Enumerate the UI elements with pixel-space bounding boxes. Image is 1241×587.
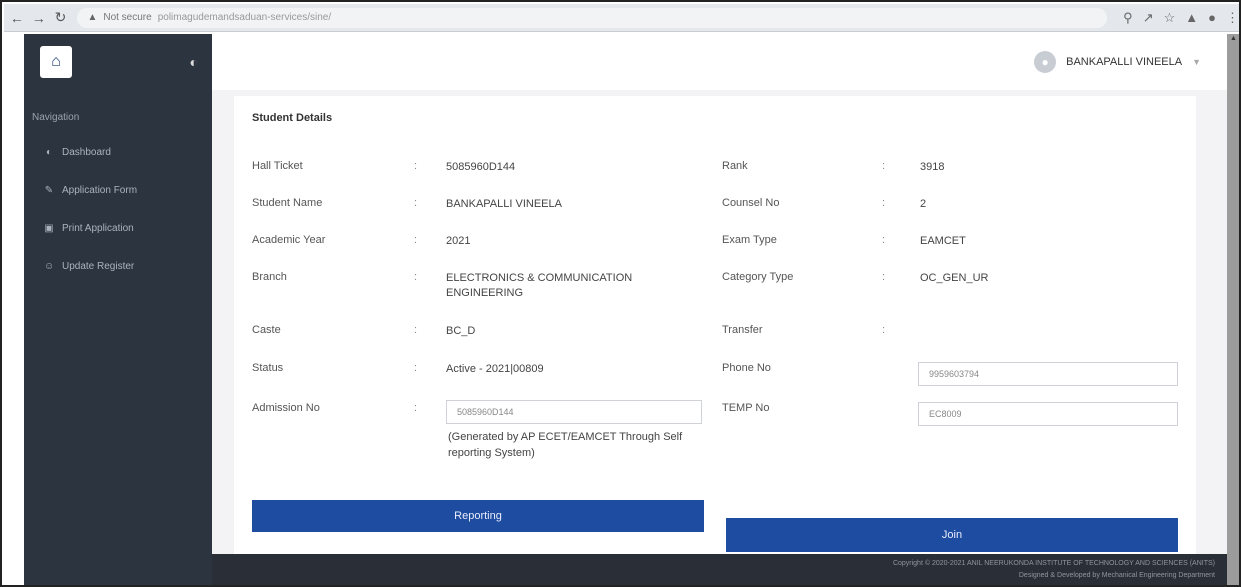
user-icon: ☺ [44, 260, 55, 272]
dashboard-icon: ◐ [45, 146, 53, 158]
colon: : [414, 362, 418, 374]
key-icon[interactable]: ⚲ [1123, 10, 1133, 26]
rank-value: 3918 [920, 161, 945, 173]
user-name[interactable]: BANKAPALLI VINEELA [1066, 56, 1182, 68]
colon: : [414, 160, 418, 172]
forward-arrow-icon[interactable]: → [30, 9, 48, 27]
exam-type-label: Exam Type [722, 234, 777, 246]
student-name-value: BANKAPALLI VINEELA [446, 198, 562, 210]
exam-type-value: EAMCET [920, 235, 966, 247]
status-value: Active - 2021|00809 [446, 363, 544, 375]
sidebar-item-label: Application Form [62, 184, 138, 196]
counsel-no-value: 2 [920, 198, 927, 210]
rank-label: Rank [722, 160, 748, 172]
colon: : [882, 197, 886, 209]
colon: : [414, 402, 418, 414]
web-page: ⌂ ◐ Navigation ◐ Dashboard ✎ Application… [24, 34, 1229, 585]
warning-icon: ▲ [87, 12, 98, 23]
extension-icon[interactable]: ▲ [1185, 10, 1198, 25]
footer: Copyright © 2020-2021 ANIL NEERUKONDA IN… [212, 554, 1229, 585]
profile-icon[interactable]: ● [1208, 10, 1216, 25]
sidebar-item-update-register[interactable]: ☺ Update Register [24, 247, 212, 285]
category-type-label: Category Type [722, 271, 794, 283]
sidebar-item-label: Dashboard [62, 146, 111, 158]
scroll-up-arrow-icon[interactable]: ▲ [1230, 35, 1237, 42]
temp-no-input[interactable] [918, 402, 1178, 426]
hall-ticket-value: 5085960D144 [446, 161, 516, 173]
admission-no-note: (Generated by AP ECET/EAMCET Through Sel… [448, 431, 683, 459]
academic-year-value: 2021 [446, 235, 471, 247]
star-icon[interactable]: ☆ [1164, 10, 1176, 26]
status-label: Status [252, 362, 284, 374]
temp-no-label: TEMP No [722, 402, 770, 414]
sidebar-item-print-application[interactable]: ▣ Print Application [24, 209, 212, 247]
share-icon[interactable]: ↗ [1143, 10, 1154, 26]
sidebar-item-label: Print Application [62, 222, 134, 234]
branch-label: Branch [252, 271, 287, 283]
url-text: polimagudemandsaduan-services/sine/ [157, 12, 332, 23]
copyright-text: Copyright © 2020-2021 ANIL NEERUKONDA IN… [892, 560, 1215, 567]
colon: : [882, 271, 886, 283]
address-bar[interactable]: ▲ Not secure polimagudemandsaduan-servic… [77, 7, 1108, 28]
colon: : [414, 234, 418, 246]
counsel-no-label: Counsel No [722, 197, 780, 209]
security-label: Not secure [103, 12, 152, 23]
caste-label: Caste [252, 324, 281, 336]
sidebar-toggle-icon[interactable]: ◐ [190, 54, 198, 70]
academic-year-label: Academic Year [252, 234, 326, 246]
sidebar-item-application-form[interactable]: ✎ Application Form [24, 171, 212, 209]
sidebar-header: ⌂ ◐ [24, 34, 212, 90]
transfer-label: Transfer [722, 324, 763, 336]
reporting-button[interactable]: Reporting [252, 500, 704, 532]
colon: : [882, 234, 886, 246]
admission-no-label: Admission No [252, 402, 320, 414]
colon: : [882, 324, 886, 336]
chevron-down-icon[interactable]: ▼ [1192, 57, 1201, 67]
colon: : [414, 324, 418, 336]
phone-no-input[interactable] [918, 362, 1178, 386]
sidebar: ⌂ ◐ Navigation ◐ Dashboard ✎ Application… [24, 34, 212, 585]
branch-value: ELECTRONICS & COMMUNICATION ENGINEERING [446, 272, 633, 299]
form-icon: ✎ [44, 184, 54, 196]
hall-ticket-label: Hall Ticket [252, 160, 303, 172]
reload-icon[interactable]: ↻ [52, 9, 70, 27]
institute-logo[interactable]: ⌂ [40, 46, 72, 78]
student-name-label: Student Name [252, 197, 323, 209]
avatar[interactable]: ● [1034, 51, 1057, 73]
browser-toolbar: ← → ↻ ▲ Not secure polimagudemandsaduan-… [4, 4, 1239, 32]
colon: : [882, 160, 886, 172]
screenshot-frame: ← → ↻ ▲ Not secure polimagudemandsaduan-… [0, 0, 1241, 587]
sidebar-item-dashboard[interactable]: ◐ Dashboard [24, 133, 212, 171]
phone-no-label: Phone No [722, 362, 771, 374]
page-scrollbar[interactable] [1227, 34, 1239, 585]
category-type-value: OC_GEN_UR [920, 272, 989, 284]
print-icon: ▣ [44, 222, 54, 234]
card-title: Student Details [252, 112, 333, 124]
nav-heading: Navigation [32, 112, 80, 123]
colon: : [414, 197, 418, 209]
top-bar: ● BANKAPALLI VINEELA ▼ [212, 34, 1229, 90]
credits-text: Designed & Developed by Mechanical Engin… [1018, 572, 1215, 579]
back-arrow-icon[interactable]: ← [8, 9, 26, 27]
colon: : [414, 271, 418, 283]
menu-icon[interactable]: ⋮ [1226, 10, 1239, 26]
caste-value: BC_D [446, 325, 476, 337]
admission-no-input[interactable] [446, 400, 702, 424]
student-details-card: Student Details Hall Ticket : 5085960D14… [234, 96, 1196, 558]
browser-actions: ⚲ ↗ ☆ ▲ ● ⋮ [1123, 10, 1239, 26]
join-button[interactable]: Join [726, 518, 1178, 552]
sidebar-item-label: Update Register [62, 260, 135, 272]
